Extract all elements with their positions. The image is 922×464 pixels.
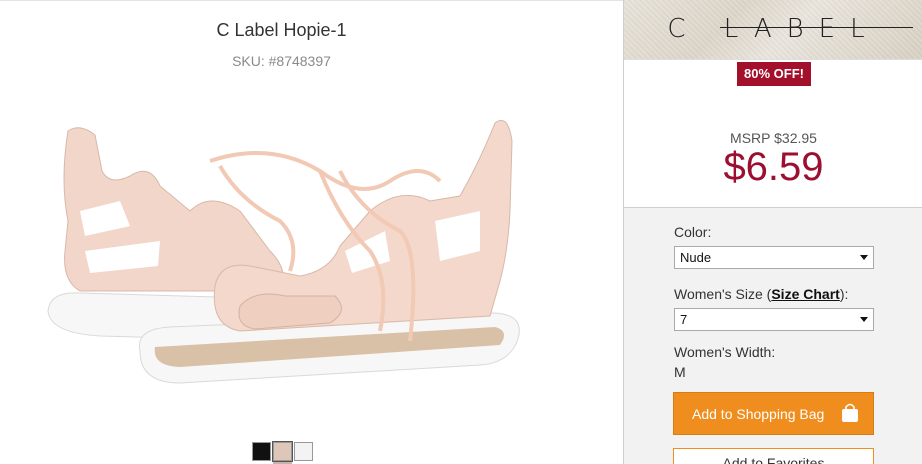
add-to-favorites-button[interactable]: Add to Favorites — [673, 448, 874, 464]
size-chart-link[interactable]: Size Chart — [771, 286, 839, 302]
add-to-bag-button[interactable]: Add to Shopping Bag — [673, 392, 874, 435]
width-value: M — [674, 364, 686, 380]
color-select-value: Nude — [680, 250, 712, 265]
product-options: Color: Nude Women's Size (Size Chart): 7… — [624, 208, 922, 464]
chevron-down-icon — [860, 255, 868, 260]
swatch-white[interactable] — [294, 442, 313, 461]
product-image[interactable] — [40, 101, 530, 401]
swatch-black[interactable] — [252, 442, 271, 461]
size-label-suffix: ): — [839, 286, 849, 302]
size-select[interactable]: 7 — [674, 308, 874, 331]
chevron-down-icon — [860, 317, 868, 322]
color-label: Color: — [674, 224, 712, 240]
price-section: MSRP $32.95 $6.59 — [624, 86, 922, 208]
color-select[interactable]: Nude — [674, 246, 874, 269]
discount-badge: 80% OFF! — [737, 62, 811, 86]
add-to-bag-label: Add to Shopping Bag — [692, 405, 825, 422]
msrp-price: MSRP $32.95 — [730, 130, 817, 146]
product-title: C Label Hopie-1 — [216, 20, 347, 40]
size-label-prefix: Women's Size ( — [674, 286, 772, 302]
shopping-bag-icon — [842, 403, 858, 422]
brand-banner[interactable]: C LABEL — [624, 0, 922, 60]
add-to-favorites-label: Add to Favorites — [722, 455, 825, 464]
color-swatches — [252, 441, 313, 462]
product-sku: SKU: #8748397 — [232, 53, 331, 69]
size-label: Women's Size (Size Chart): — [674, 286, 848, 302]
product-gallery: C Label Hopie-1 SKU: #8748397 — [0, 0, 623, 464]
sale-price: $6.59 — [723, 145, 824, 189]
width-label: Women's Width: — [674, 344, 776, 360]
swatch-nude[interactable] — [272, 441, 293, 462]
purchase-panel: C LABEL 80% OFF! MSRP $32.95 $6.59 Color… — [623, 0, 922, 464]
size-select-value: 7 — [680, 312, 688, 327]
brand-logo: C LABEL — [667, 14, 880, 44]
